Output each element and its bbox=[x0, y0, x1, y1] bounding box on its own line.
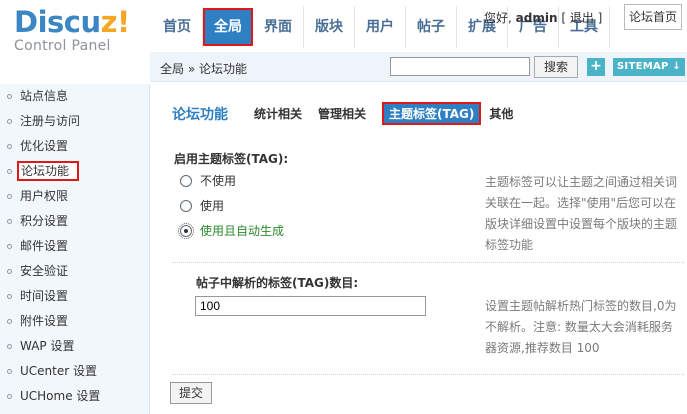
radio-checked-icon[interactable] bbox=[178, 222, 194, 239]
sidebar-item-mail[interactable]: 邮件设置 bbox=[0, 234, 149, 259]
tag-count-label: 帖子中解析的标签(TAG)数目: bbox=[196, 276, 359, 290]
sidebar-item-site-info[interactable]: 站点信息 bbox=[0, 84, 149, 109]
search-input[interactable] bbox=[390, 57, 530, 76]
divider bbox=[172, 374, 684, 375]
bullet-icon bbox=[7, 344, 12, 349]
tab-global[interactable]: 全局 bbox=[203, 8, 253, 46]
search-button[interactable]: 搜索 bbox=[534, 56, 578, 78]
tab-posts[interactable]: 帖子 bbox=[406, 6, 457, 48]
tags-help-text: 主题标签可以让主题之间通过相关词关联在一起。选择"使用"后您可以在版块详细设置中… bbox=[485, 175, 678, 252]
bullet-icon bbox=[7, 144, 12, 149]
tab-users[interactable]: 用户 bbox=[355, 6, 406, 48]
sidebar-item-forum-features[interactable]: 论坛功能 bbox=[0, 159, 149, 184]
enable-tags-label: 启用主题标签(TAG): bbox=[174, 152, 289, 166]
logo[interactable]: Discuz! Control Panel bbox=[14, 7, 130, 54]
sidebar-item-security[interactable]: 安全验证 bbox=[0, 259, 149, 284]
bullet-icon bbox=[7, 394, 12, 399]
tab-management[interactable]: 管理相关 bbox=[318, 105, 366, 122]
tab-other[interactable]: 其他 bbox=[489, 105, 513, 122]
tab-tags[interactable]: 主题标签(TAG) bbox=[382, 102, 482, 125]
forum-home-button[interactable]: 论坛首页 bbox=[624, 4, 682, 30]
submit-button[interactable]: 提交 bbox=[170, 382, 212, 404]
option-label: 使用 bbox=[200, 199, 225, 213]
sidebar-item-time[interactable]: 时间设置 bbox=[0, 284, 149, 309]
logout-link[interactable]: [ 退出 ] bbox=[561, 11, 602, 25]
logo-text: Discuz! bbox=[14, 5, 130, 39]
option-label: 不使用 bbox=[200, 174, 237, 188]
option-enable[interactable]: 使用 bbox=[180, 197, 224, 214]
tag-count-input[interactable] bbox=[195, 296, 426, 316]
sidebar-item-registration[interactable]: 注册与访问 bbox=[0, 109, 149, 134]
bullet-icon bbox=[7, 219, 12, 224]
add-shortcut-icon[interactable]: + bbox=[587, 58, 605, 76]
tab-home[interactable]: 首页 bbox=[152, 6, 203, 48]
bullet-icon bbox=[7, 94, 12, 99]
user-bar: 您好, admin [ 退出 ] bbox=[484, 9, 602, 26]
bullet-icon bbox=[7, 119, 12, 124]
username: admin bbox=[515, 11, 558, 25]
sidebar-item-ucenter[interactable]: UCenter 设置 bbox=[0, 359, 149, 384]
sidebar-item-optimization[interactable]: 优化设置 bbox=[0, 134, 149, 159]
bullet-icon bbox=[7, 369, 12, 374]
tab-statistics[interactable]: 统计相关 bbox=[254, 105, 302, 122]
bullet-icon bbox=[7, 294, 12, 299]
sidebar-item-user-permissions[interactable]: 用户权限 bbox=[0, 184, 149, 209]
header: Discuz! Control Panel 首页 全局 界面 版块 用户 帖子 … bbox=[0, 0, 687, 54]
sidebar-item-credits[interactable]: 积分设置 bbox=[0, 209, 149, 234]
tab-forums[interactable]: 版块 bbox=[304, 6, 355, 48]
page-title: 论坛功能 bbox=[172, 106, 228, 123]
option-disable[interactable]: 不使用 bbox=[180, 172, 236, 189]
sitemap-button[interactable]: SITEMAP ↓ bbox=[613, 58, 685, 76]
bullet-icon bbox=[7, 194, 12, 199]
radio-icon[interactable] bbox=[180, 199, 192, 212]
sidebar: 站点信息 注册与访问 优化设置 论坛功能 用户权限 积分设置 邮件设置 安全验证… bbox=[0, 84, 150, 414]
sidebar-item-wap[interactable]: WAP 设置 bbox=[0, 334, 149, 359]
main-content: 论坛功能 统计相关 管理相关 主题标签(TAG) 其他 启用主题标签(TAG):… bbox=[150, 84, 687, 414]
logo-subtitle: Control Panel bbox=[14, 38, 111, 54]
divider bbox=[172, 262, 684, 263]
radio-icon[interactable] bbox=[180, 174, 192, 187]
sidebar-item-attachments[interactable]: 附件设置 bbox=[0, 309, 149, 334]
bullet-icon bbox=[7, 319, 12, 324]
tag-count-help-text: 设置主题帖解析热门标签的数目,0为不解析。注意: 数量太大会消耗服务器资源,推荐… bbox=[485, 299, 677, 355]
greeting: 您好, bbox=[484, 11, 512, 25]
breadcrumb: 全局 » 论坛功能 bbox=[160, 62, 247, 76]
option-enable-auto[interactable]: 使用且自动生成 bbox=[178, 222, 285, 239]
option-label: 使用且自动生成 bbox=[200, 224, 285, 238]
bullet-icon bbox=[7, 269, 12, 274]
sidebar-item-uchome[interactable]: UCHome 设置 bbox=[0, 384, 149, 409]
bullet-icon bbox=[7, 244, 12, 249]
tab-interface[interactable]: 界面 bbox=[253, 6, 304, 48]
sub-toolbar: 全局 » 论坛功能 搜索 + SITEMAP ↓ bbox=[150, 52, 687, 82]
section-tabs: 论坛功能 统计相关 管理相关 主题标签(TAG) 其他 bbox=[172, 102, 529, 125]
bullet-icon bbox=[7, 169, 12, 174]
